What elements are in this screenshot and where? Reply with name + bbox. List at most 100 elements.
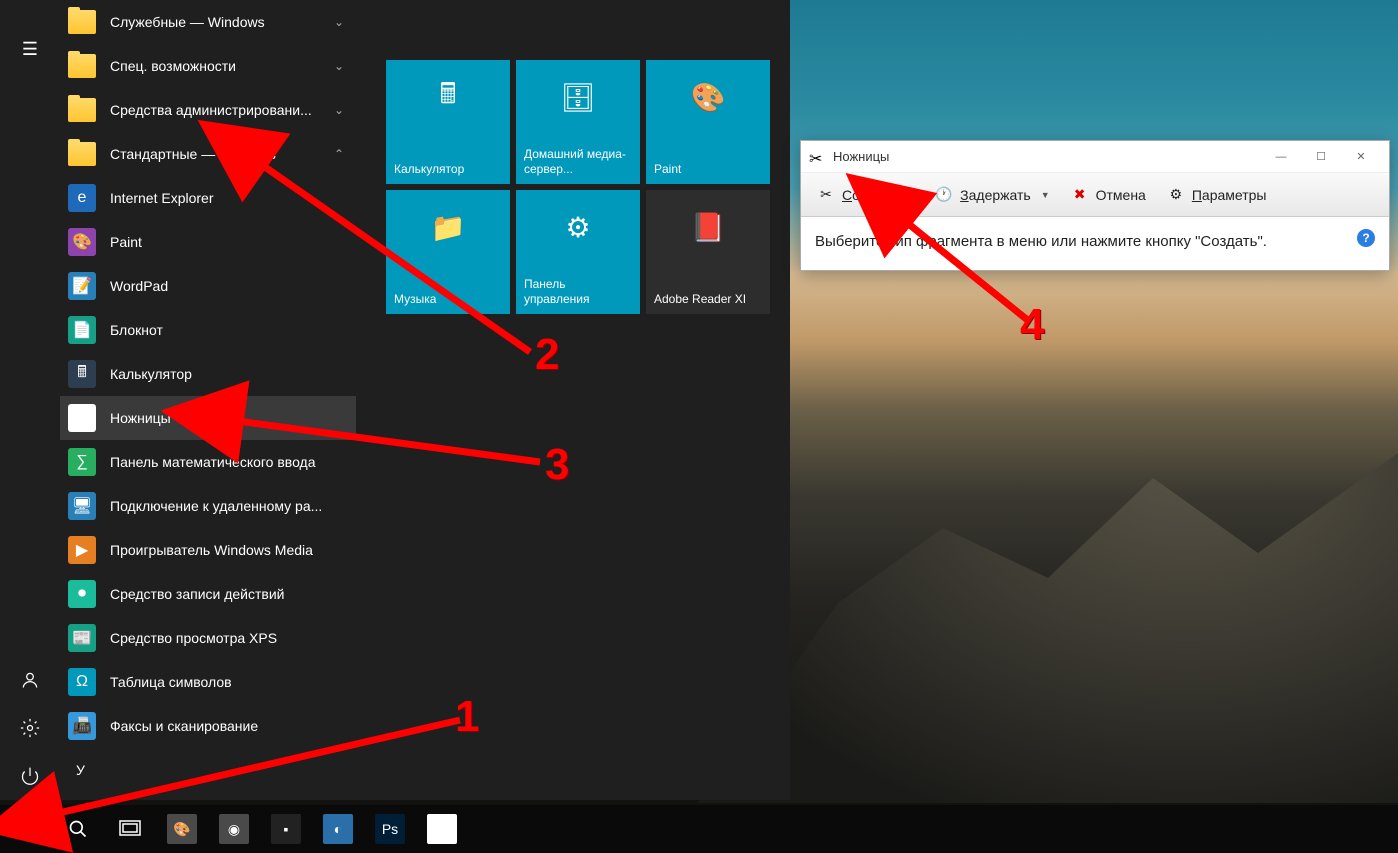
app-icon: 🎨 <box>68 228 96 256</box>
taskbar-app-cmd[interactable]: ▪ <box>260 805 312 853</box>
user-icon[interactable] <box>0 656 60 704</box>
taskbar-app-paint[interactable]: 🎨 <box>156 805 208 853</box>
folder-label: Средства администрировани... <box>110 102 312 118</box>
app-icon: ▶ <box>68 536 96 564</box>
start-rail: ☰ <box>0 0 60 800</box>
app-label: Панель математического ввода <box>110 454 316 470</box>
search-button[interactable] <box>52 805 104 853</box>
clock-icon: 🕐 <box>934 185 954 205</box>
minimize-button[interactable]: — <box>1261 143 1301 171</box>
tile-label: Панель управления <box>524 277 632 306</box>
app-label: Paint <box>110 234 142 250</box>
window-title: Ножницы <box>833 149 1261 164</box>
tile-icon: 📁 <box>427 206 469 248</box>
app-item[interactable]: ✂ Ножницы <box>60 396 356 440</box>
app-icon: 📝 <box>68 272 96 300</box>
taskview-button[interactable] <box>104 805 156 853</box>
chevron-icon: ⌄ <box>334 103 344 117</box>
cancel-label: Отмена <box>1096 187 1146 203</box>
app-item[interactable]: Ω Таблица символов <box>60 660 356 704</box>
app-item[interactable]: 📠 Факсы и сканирование <box>60 704 356 748</box>
app-item[interactable]: 📰 Средство просмотра XPS <box>60 616 356 660</box>
cancel-button[interactable]: ✖ Отмена <box>1061 178 1155 212</box>
folder-label: Стандартные — Windows <box>110 146 276 162</box>
app-item[interactable]: 📝 WordPad <box>60 264 356 308</box>
app-label: Факсы и сканирование <box>110 718 258 734</box>
taskbar-app-chrome[interactable]: ◉ <box>208 805 260 853</box>
app-label: WordPad <box>110 278 168 294</box>
app-label: Таблица символов <box>110 674 232 690</box>
scissors-icon: ✂ <box>816 185 836 205</box>
tile-label: Калькулятор <box>394 162 502 176</box>
close-button[interactable]: ✕ <box>1341 143 1381 171</box>
settings-icon[interactable] <box>0 704 60 752</box>
tile-icon: 🎨 <box>687 76 729 118</box>
taskbar-app-disc[interactable]: ◐ <box>312 805 364 853</box>
taskbar: 🎨 ◉ ▪ ◐ Ps ✂ <box>0 805 1398 853</box>
tile[interactable]: ⚙ Панель управления <box>516 190 640 314</box>
disc-icon: ◐ <box>323 814 353 844</box>
app-label: Проигрыватель Windows Media <box>110 542 313 558</box>
chevron-down-icon[interactable]: ▼ <box>905 190 914 200</box>
maximize-button[interactable]: ☐ <box>1301 143 1341 171</box>
taskbar-app-snip[interactable]: ✂ <box>416 805 468 853</box>
tile[interactable]: 🗄 Домашний медиа-сервер... <box>516 60 640 184</box>
windows-logo-icon <box>17 820 35 838</box>
toolbar: ✂ Создать ▼ 🕐 Задержать ▼ ✖ Отмена ⚙ Пар… <box>801 173 1389 217</box>
settings-label: Параметры <box>1192 187 1267 203</box>
letter-header[interactable]: У <box>60 748 356 792</box>
app-icon: 📠 <box>68 712 96 740</box>
snipping-tool-window: ✂ Ножницы — ☐ ✕ ✂ Создать ▼ 🕐 Задержать … <box>800 140 1390 271</box>
folder-item[interactable]: Служебные — Windows ⌄ <box>60 0 356 44</box>
app-item[interactable]: ▶ Проигрыватель Windows Media <box>60 528 356 572</box>
annotation-1: 1 <box>455 692 479 742</box>
delay-button[interactable]: 🕐 Задержать ▼ <box>925 178 1058 212</box>
app-item[interactable]: ∑ Панель математического ввода <box>60 440 356 484</box>
folder-item[interactable]: Средства администрировани... ⌄ <box>60 88 356 132</box>
app-item[interactable]: e Internet Explorer <box>60 176 356 220</box>
app-label: Подключение к удаленному ра... <box>110 498 322 514</box>
hamburger-icon[interactable]: ☰ <box>0 25 60 73</box>
app-item[interactable]: ⏺ Средство записи действий <box>60 572 356 616</box>
start-menu: ☰ Служебные — Windows ⌄ Спец. возможност… <box>0 0 790 800</box>
app-item[interactable]: 🖩 Калькулятор <box>60 352 356 396</box>
app-icon: 📰 <box>68 624 96 652</box>
taskbar-app-photoshop[interactable]: Ps <box>364 805 416 853</box>
app-icon: Ω <box>68 668 96 696</box>
search-icon <box>68 819 88 839</box>
create-button[interactable]: ✂ Создать ▼ <box>807 178 923 212</box>
folder-icon <box>68 10 96 34</box>
titlebar[interactable]: ✂ Ножницы — ☐ ✕ <box>801 141 1389 173</box>
folder-label: Служебные — Windows <box>110 14 265 30</box>
tile-icon: ⚙ <box>557 206 599 248</box>
tile[interactable]: 📁 Музыка <box>386 190 510 314</box>
chevron-icon: ⌄ <box>334 59 344 73</box>
chevron-icon: ⌄ <box>334 15 344 29</box>
app-label: Internet Explorer <box>110 190 214 206</box>
tile[interactable]: 🖩 Калькулятор <box>386 60 510 184</box>
folder-item[interactable]: Спец. возможности ⌄ <box>60 44 356 88</box>
app-label: Средство записи действий <box>110 586 285 602</box>
help-icon[interactable]: ? <box>1357 229 1375 247</box>
chrome-icon: ◉ <box>219 814 249 844</box>
tile[interactable]: 📕 Adobe Reader XI <box>646 190 770 314</box>
power-icon[interactable] <box>0 752 60 800</box>
annotation-4: 4 <box>1020 300 1044 350</box>
app-label: Блокнот <box>110 322 163 338</box>
app-item[interactable]: 🎨 Paint <box>60 220 356 264</box>
app-item[interactable]: 🖥 Подключение к удаленному ра... <box>60 484 356 528</box>
app-list[interactable]: Служебные — Windows ⌄ Спец. возможности … <box>60 0 356 800</box>
app-icon: ✂ <box>68 404 96 432</box>
chevron-down-icon[interactable]: ▼ <box>1041 190 1050 200</box>
tile-group: 🖩 Калькулятор🗄 Домашний медиа-сервер...🎨… <box>386 60 770 314</box>
tile[interactable]: 🎨 Paint <box>646 60 770 184</box>
photoshop-icon: Ps <box>375 814 405 844</box>
folder-item[interactable]: Стандартные — Windows ⌃ <box>60 132 356 176</box>
settings-button[interactable]: ⚙ Параметры <box>1157 178 1276 212</box>
scissors-icon: ✂ <box>809 149 825 165</box>
tile-label: Adobe Reader XI <box>654 292 762 306</box>
tile-icon: 🗄 <box>557 76 599 118</box>
app-item[interactable]: 📄 Блокнот <box>60 308 356 352</box>
start-button[interactable] <box>0 805 52 853</box>
app-icon: ∑ <box>68 448 96 476</box>
